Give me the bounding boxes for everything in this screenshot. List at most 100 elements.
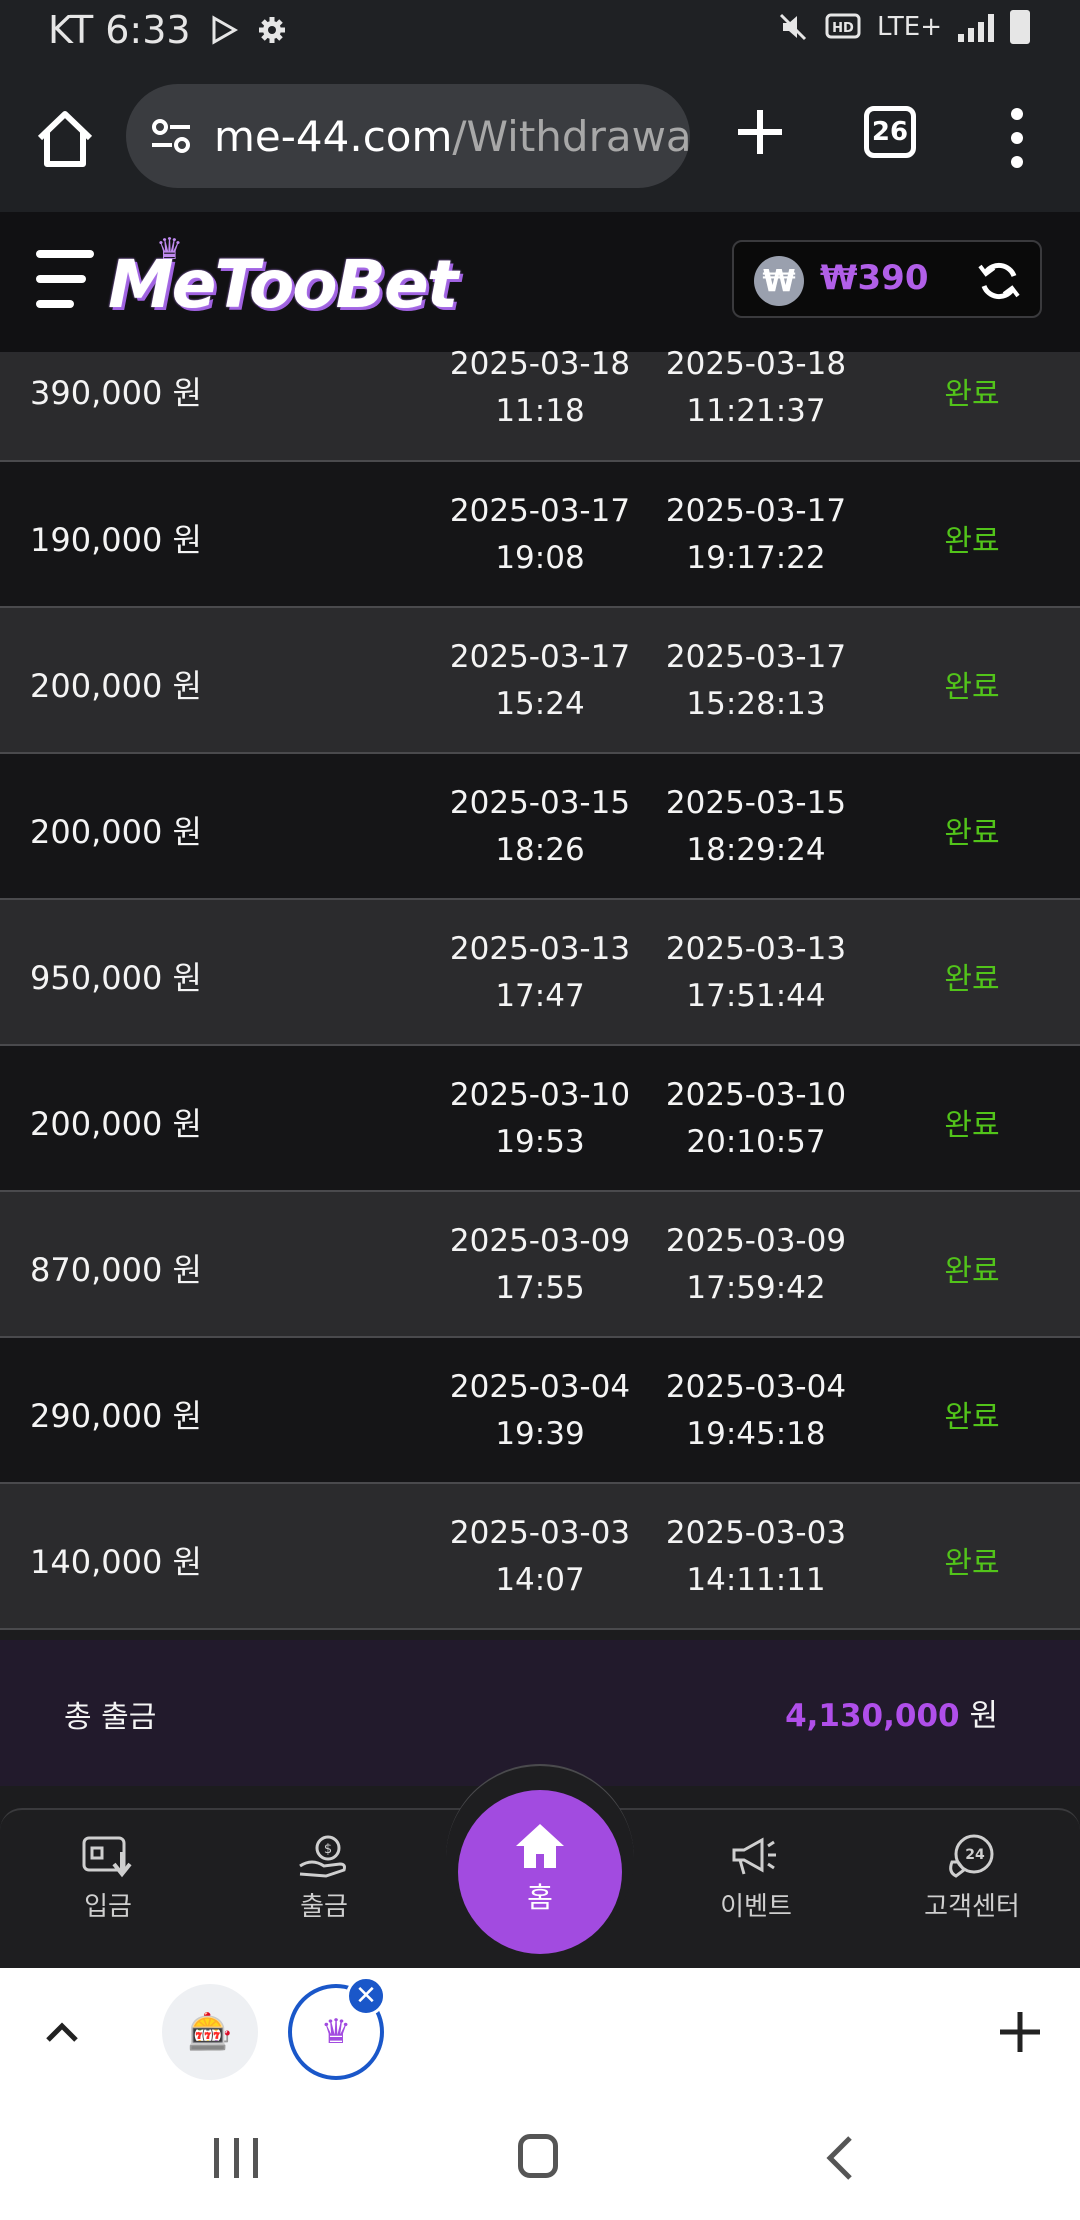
close-icon[interactable]: ✕ — [346, 1976, 386, 2016]
menu-icon[interactable] — [36, 250, 94, 308]
chevron-up-icon[interactable] — [42, 2012, 82, 2052]
megaphone-icon — [732, 1837, 776, 1875]
row-amount: 140,000 원 — [30, 1543, 202, 1581]
tab-favicon-1[interactable]: 🎰 — [162, 1984, 258, 2080]
row-request-date: 2025-03-17 — [449, 639, 631, 675]
row-request-clock: 19:39 — [495, 1416, 585, 1452]
row-request-time: 2025-03-17 19:08 — [440, 488, 640, 582]
row-complete-time: 2025-03-17 15:28:13 — [656, 634, 856, 728]
nav-withdraw[interactable]: $ 출금 — [244, 1832, 404, 1923]
row-complete-clock: 20:10:57 — [686, 1124, 826, 1160]
site-header: ♛ MeTooBet ₩ ₩390 — [0, 212, 1080, 354]
system-home-icon[interactable] — [518, 2134, 558, 2178]
row-complete-date: 2025-03-10 — [665, 1077, 847, 1113]
table-row: 950,000 원 2025-03-13 17:47 2025-03-13 17:51:… — [0, 900, 1080, 1046]
page: KT 6:33 HD LTE+ me-44.com/Withdrawal 26 … — [0, 0, 1080, 2220]
plus-icon[interactable] — [992, 2004, 1048, 2060]
nav-deposit-label: 입금 — [84, 1892, 132, 1922]
row-complete-clock: 18:29:24 — [686, 832, 826, 868]
more-icon[interactable] — [1000, 108, 1034, 168]
status-badge: 완료 — [944, 1546, 1000, 1581]
plus-icon[interactable] — [728, 100, 792, 164]
url-text: me-44.com/Withdrawal — [214, 112, 690, 161]
row-complete-time: 2025-03-09 17:59:42 — [656, 1218, 856, 1312]
table-row: 200,000 원 2025-03-10 19:53 2025-03-10 20:10:… — [0, 1046, 1080, 1192]
status-badge: 완료 — [944, 524, 1000, 559]
row-complete-time: 2025-03-10 20:10:57 — [656, 1072, 856, 1166]
tabs-icon[interactable]: 26 — [864, 106, 916, 158]
row-request-clock: 19:08 — [495, 540, 585, 576]
nav-event[interactable]: 이벤트 — [676, 1832, 836, 1923]
balance-box: ₩ ₩390 — [732, 240, 1042, 318]
svg-text:HD: HD — [832, 21, 854, 36]
row-request-clock: 15:24 — [495, 686, 585, 722]
status-badge: 완료 — [944, 1108, 1000, 1143]
row-complete-time: 2025-03-15 18:29:24 — [656, 780, 856, 874]
row-complete-time: 2025-03-17 19:17:22 — [656, 488, 856, 582]
total-value: 4,130,000 원 — [785, 1690, 998, 1735]
row-complete-clock: 11:21:37 — [686, 393, 826, 429]
row-request-time: 2025-03-03 14:07 — [440, 1510, 640, 1604]
row-complete-clock: 17:59:42 — [686, 1270, 826, 1306]
row-request-clock: 17:55 — [495, 1270, 585, 1306]
row-complete-time: 2025-03-04 19:45:18 — [656, 1364, 856, 1458]
row-request-time: 2025-03-15 18:26 — [440, 780, 640, 874]
status-bar: KT 6:33 HD LTE+ — [0, 0, 1080, 64]
settings-gear-icon — [258, 17, 285, 43]
site-settings-icon[interactable] — [148, 113, 194, 159]
total-unit: 원 — [969, 1698, 998, 1734]
signal-icon — [958, 12, 994, 42]
row-complete-time: 2025-03-13 17:51:44 — [656, 926, 856, 1020]
status-right: HD LTE+ — [777, 10, 1030, 44]
tab-strip: 🎰 ♛ ✕ — [0, 1968, 1080, 2096]
refresh-icon[interactable] — [976, 258, 1022, 304]
row-complete-time: 2025-03-18 11:21:37 — [656, 341, 856, 435]
row-complete-time: 2025-03-03 14:11:11 — [656, 1510, 856, 1604]
deposit-icon — [82, 1836, 132, 1878]
nav-withdraw-label: 출금 — [300, 1892, 348, 1922]
svg-text:$: $ — [324, 1842, 332, 1857]
row-request-clock: 17:47 — [495, 978, 585, 1014]
row-complete-clock: 19:45:18 — [686, 1416, 826, 1452]
row-request-clock: 18:26 — [495, 832, 585, 868]
balance-amount: ₩390 — [820, 258, 929, 298]
row-request-clock: 14:07 — [495, 1562, 585, 1598]
nav-home-button[interactable]: 홈 — [458, 1790, 622, 1954]
withdrawal-list: 390,000 원 2025-03-18 11:18 2025-03-18 11:21:… — [0, 346, 1080, 1630]
url-domain: me-44.com — [214, 111, 453, 161]
row-complete-clock: 15:28:13 — [686, 686, 826, 722]
nav-support[interactable]: 24 고객센터 — [892, 1832, 1052, 1923]
row-request-date: 2025-03-15 — [449, 785, 631, 821]
home-icon[interactable] — [30, 104, 100, 174]
back-icon[interactable] — [820, 2134, 860, 2182]
nav-deposit[interactable]: 입금 — [28, 1832, 188, 1923]
row-request-time: 2025-03-13 17:47 — [440, 926, 640, 1020]
status-badge: 완료 — [944, 816, 1000, 851]
table-row: 290,000 원 2025-03-04 19:39 2025-03-04 19:45:… — [0, 1338, 1080, 1484]
row-amount: 190,000 원 — [30, 521, 202, 559]
row-complete-date: 2025-03-04 — [665, 1369, 847, 1405]
row-request-time: 2025-03-09 17:55 — [440, 1218, 640, 1312]
row-complete-date: 2025-03-17 — [665, 639, 847, 675]
row-complete-date: 2025-03-13 — [665, 931, 847, 967]
nav-support-label: 고객센터 — [924, 1892, 1020, 1922]
address-bar[interactable]: me-44.com/Withdrawal — [126, 84, 690, 188]
battery-icon — [1010, 10, 1030, 44]
nav-event-label: 이벤트 — [720, 1892, 792, 1922]
status-badge: 완료 — [944, 962, 1000, 997]
system-nav — [0, 2096, 1080, 2220]
row-request-date: 2025-03-04 — [449, 1369, 631, 1405]
status-badge: 완료 — [944, 1400, 1000, 1435]
row-request-date: 2025-03-18 — [449, 346, 631, 382]
row-amount: 870,000 원 — [30, 1251, 202, 1289]
site-logo[interactable]: MeTooBet — [108, 246, 458, 323]
network-label: LTE+ — [877, 12, 942, 42]
table-row: 190,000 원 2025-03-17 19:08 2025-03-17 19:17:… — [0, 462, 1080, 608]
recent-apps-icon[interactable] — [214, 2138, 258, 2178]
row-request-clock: 19:53 — [495, 1124, 585, 1160]
row-complete-clock: 17:51:44 — [686, 978, 826, 1014]
row-complete-clock: 14:11:11 — [686, 1562, 826, 1598]
play-store-icon — [212, 15, 238, 45]
total-amount: 4,130,000 — [785, 1698, 960, 1734]
row-request-date: 2025-03-17 — [449, 493, 631, 529]
